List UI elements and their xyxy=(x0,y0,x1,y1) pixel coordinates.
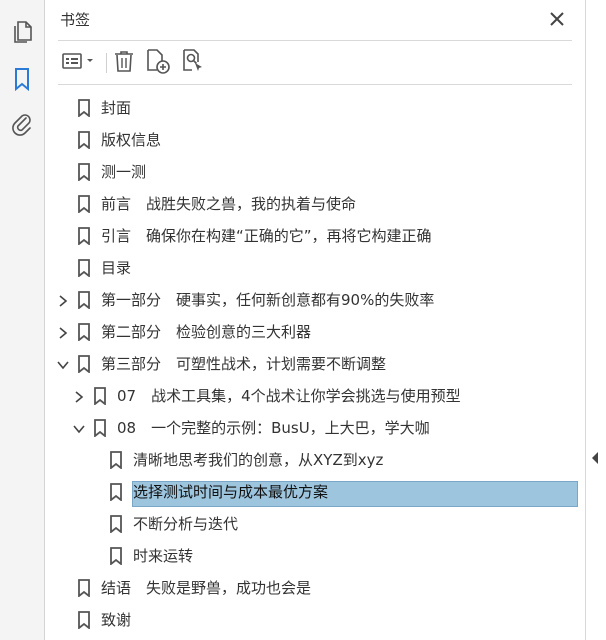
header-divider xyxy=(58,40,572,41)
delete-bookmark-button[interactable] xyxy=(111,48,137,78)
bookmark-label: 第一部分 硬事实，任何新创意都有90%的失败率 xyxy=(101,291,435,309)
bookmark-label: 致谢 xyxy=(101,611,132,629)
chevron-right-icon[interactable] xyxy=(56,325,70,339)
attachments-button[interactable] xyxy=(7,111,37,141)
bookmark-icon xyxy=(77,99,91,118)
bookmark-label: 清晰地思考我们的创意，从XYZ到xyz xyxy=(133,451,384,469)
chevron-down-icon[interactable] xyxy=(56,357,70,371)
bookmark-icon xyxy=(77,227,91,246)
bookmark-icon xyxy=(109,515,123,534)
bookmark-label: 封面 xyxy=(101,99,132,117)
bookmark-label: 08 一个完整的示例：BusU，上大巴，学大咖 xyxy=(117,419,430,437)
bookmark-icon xyxy=(77,195,91,214)
bookmark-icon xyxy=(77,579,91,598)
bookmark-label: 时来运转 xyxy=(133,547,194,565)
bookmark-row[interactable]: 致谢 xyxy=(45,604,585,636)
bookmark-label: 不断分析与迭代 xyxy=(133,515,239,533)
close-panel-button[interactable] xyxy=(546,9,568,31)
bookmark-row[interactable]: 引言 确保你在构建“正确的它”，再将它构建正确 xyxy=(45,220,585,252)
bookmark-label: 目录 xyxy=(101,259,132,277)
bookmarks-panel-button[interactable] xyxy=(7,66,37,96)
bookmark-icon xyxy=(109,483,123,502)
bookmark-row[interactable]: 版权信息 xyxy=(45,124,585,156)
bookmark-icon xyxy=(77,611,91,630)
bookmark-icon xyxy=(77,355,91,374)
bookmark-label: 前言 战胜失败之兽，我的执着与使命 xyxy=(101,195,357,213)
bookmark-icon xyxy=(77,291,91,310)
bookmark-row[interactable]: 时来运转 xyxy=(45,540,585,572)
chevron-right-icon[interactable] xyxy=(72,389,86,403)
bookmark-row[interactable]: 不断分析与迭代 xyxy=(45,508,585,540)
page-thumbnails-button[interactable] xyxy=(7,19,37,49)
find-bookmark-button[interactable] xyxy=(179,48,207,78)
panel-title: 书签 xyxy=(60,11,91,29)
bookmark-row[interactable]: 前言 战胜失败之兽，我的执着与使命 xyxy=(45,188,585,220)
bookmark-label: 第三部分 可塑性战术，计划需要不断调整 xyxy=(101,355,387,373)
bookmark-label: 版权信息 xyxy=(101,131,162,149)
bookmark-row[interactable]: 目录 xyxy=(45,252,585,284)
bookmark-row[interactable]: 第二部分 检验创意的三大利器 xyxy=(45,316,585,348)
bookmark-icon xyxy=(77,163,91,182)
new-bookmark-button[interactable] xyxy=(144,48,172,78)
bookmark-icon xyxy=(109,547,123,566)
navigation-rail xyxy=(0,0,45,640)
bookmark-row[interactable]: 结语 失败是野兽，成功也会是 xyxy=(45,572,585,604)
bookmark-label: 结语 失败是野兽，成功也会是 xyxy=(101,579,312,597)
toolbar-divider xyxy=(58,84,572,85)
bookmark-icon xyxy=(77,131,91,150)
bookmark-icon xyxy=(77,323,91,342)
triangle-left-icon xyxy=(590,450,600,469)
chevron-right-icon[interactable] xyxy=(56,293,70,307)
paperclip-icon xyxy=(11,112,33,140)
bookmark-icon xyxy=(109,451,123,470)
bookmark-icon xyxy=(77,259,91,278)
bookmark-row[interactable]: 选择测试时间与成本最优方案 xyxy=(45,476,585,508)
find-bookmark-icon xyxy=(180,48,206,78)
document-area-edge xyxy=(585,0,606,640)
bookmark-row[interactable]: 第三部分 可塑性战术，计划需要不断调整 xyxy=(45,348,585,380)
close-icon xyxy=(550,11,564,30)
toolbar-separator xyxy=(106,53,107,73)
page-thumbnails-icon xyxy=(11,20,33,48)
bookmark-row[interactable]: 封面 xyxy=(45,92,585,124)
bookmark-row[interactable]: 测一测 xyxy=(45,156,585,188)
chevron-down-icon[interactable] xyxy=(72,421,86,435)
bookmark-row[interactable]: 08 一个完整的示例：BusU，上大巴，学大咖 xyxy=(45,412,585,444)
bookmark-row[interactable]: 07 战术工具集，4个战术让你学会挑选与使用预型 xyxy=(45,380,585,412)
trash-icon xyxy=(113,49,135,77)
bookmark-label-selected: 选择测试时间与成本最优方案 xyxy=(133,483,329,501)
new-bookmark-icon xyxy=(145,48,171,78)
collapse-panel-button[interactable] xyxy=(590,450,600,464)
bookmark-label: 测一测 xyxy=(101,163,147,181)
bookmark-row[interactable]: 第一部分 硬事实，任何新创意都有90%的失败率 xyxy=(45,284,585,316)
bookmarks-icon xyxy=(13,67,31,95)
bookmark-icon xyxy=(93,419,107,438)
bookmark-label: 第二部分 检验创意的三大利器 xyxy=(101,323,312,341)
options-menu-button[interactable] xyxy=(60,48,98,78)
bookmark-label: 引言 确保你在构建“正确的它”，再将它构建正确 xyxy=(101,227,432,245)
bookmark-row[interactable]: 清晰地思考我们的创意，从XYZ到xyz xyxy=(45,444,585,476)
bookmark-icon xyxy=(93,387,107,406)
options-menu-icon xyxy=(61,51,97,75)
bookmark-label: 07 战术工具集，4个战术让你学会挑选与使用预型 xyxy=(117,387,461,405)
